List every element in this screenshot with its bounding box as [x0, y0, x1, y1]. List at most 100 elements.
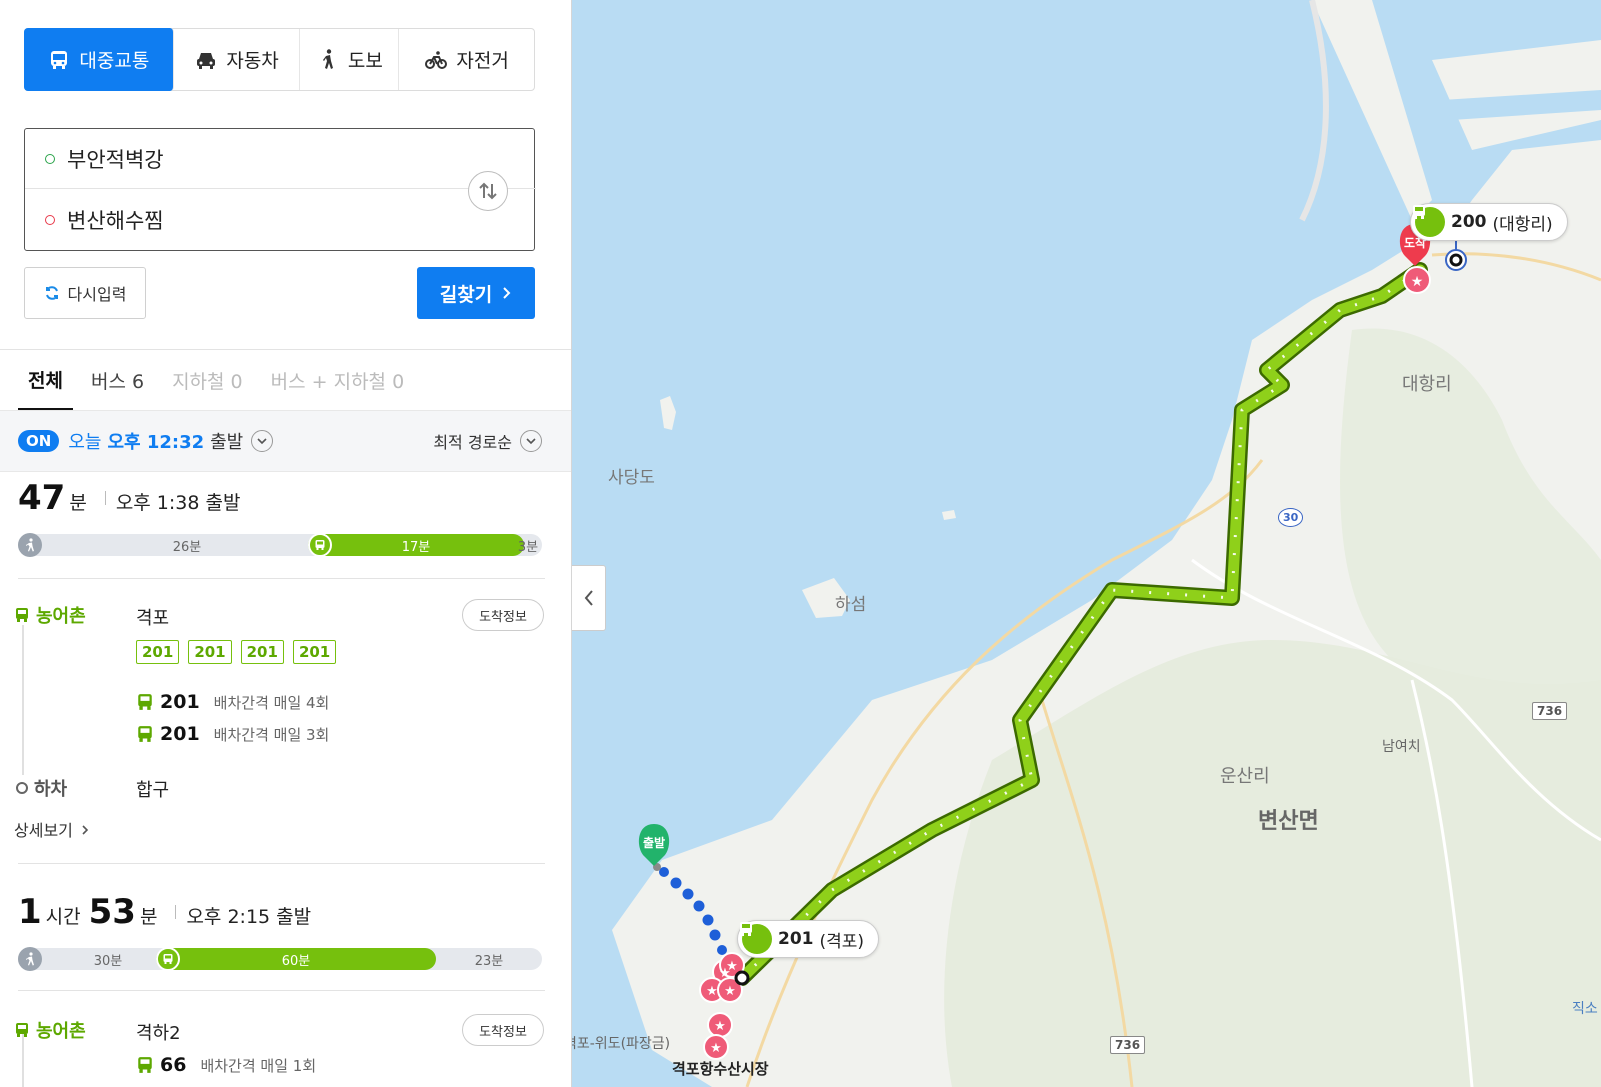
segment-end-walk-label: 23분 — [474, 953, 504, 969]
bus-icon — [16, 1023, 28, 1037]
map-label-byeonsanmyeon: 변산면 — [1258, 809, 1319, 834]
reset-button[interactable]: 다시입력 — [24, 267, 146, 319]
bus-line-item[interactable]: 201 배차간격 매일 4회 — [136, 691, 329, 713]
route-duration: 47 분 오후 1:38 출발 — [18, 478, 545, 518]
road-shield-736: 736 — [1110, 1036, 1146, 1054]
map-label-daehangri: 대항리 — [1402, 374, 1452, 395]
on-badge[interactable]: ON — [18, 430, 60, 452]
departure-time[interactable]: 오후 12:32 — [107, 428, 204, 454]
bus-tag-number: 201 — [778, 929, 814, 949]
bus-icon — [156, 947, 180, 971]
duration-minutes: 53 — [88, 892, 136, 932]
segment-bus-label: 60분 — [156, 948, 436, 970]
find-route-button[interactable]: 길찾기 — [417, 267, 535, 319]
swap-button[interactable] — [468, 171, 508, 211]
refresh-icon — [45, 286, 58, 300]
map-label-haseom: 하섬 — [835, 595, 867, 615]
alight-label: 하차 — [34, 779, 68, 800]
bus-stop-tag-201[interactable]: 201 (격포) — [737, 920, 880, 958]
departure-time-bar: ON 오늘 오후 12:32 출발 최적 경로순 — [0, 410, 571, 472]
duration-minutes: 47 — [18, 478, 66, 518]
segment-walk-label: 30분 — [93, 953, 123, 969]
bus-icon — [308, 533, 332, 557]
bus-icon — [740, 922, 772, 954]
road-shield-736: 736 — [1532, 702, 1568, 720]
tab-bike[interactable]: 자전거 — [399, 29, 534, 90]
bus-line-interval: 배차간격 매일 4회 — [213, 693, 330, 712]
route-card-1[interactable]: 47 분 오후 1:38 출발 26분 17분 3분 — [18, 478, 545, 557]
find-label: 길찾기 — [439, 283, 493, 306]
start-pin-label: 출발 — [643, 835, 665, 850]
sort-label: 최적 경로순 — [433, 433, 512, 452]
tab-bus-subway[interactable]: 버스 + 지하철 0 — [261, 350, 415, 410]
bus-line-item[interactable]: 66 배차간격 매일 1회 — [136, 1054, 316, 1076]
walk-icon — [322, 48, 333, 69]
segment-bar: 30분 60분 23분 — [18, 947, 542, 971]
route-input-box: 부안적벽강 변산해수찜 — [24, 128, 536, 251]
tab-subway[interactable]: 지하철 0 — [162, 350, 253, 410]
result-tabs: 전체 버스 6 지하철 0 버스 + 지하철 0 — [0, 350, 571, 410]
svg-text:★: ★ — [724, 984, 736, 999]
segment-end-walk-label: 3분 — [517, 539, 539, 555]
chevron-down-icon — [520, 430, 542, 452]
car-icon — [197, 52, 216, 69]
tab-bus[interactable]: 버스 6 — [81, 350, 154, 410]
time-dropdown-icon[interactable] — [251, 430, 274, 452]
alight-dot-icon — [16, 782, 28, 794]
duration-unit: 분 — [139, 906, 158, 928]
transport-mode-tabs: 대중교통 자동차 도보 자전거 — [24, 28, 535, 91]
bus-stop-tag-200[interactable]: 200 (대항리) — [1410, 203, 1568, 241]
depart-text: 오후 2:15 출발 — [186, 906, 312, 928]
tab-car[interactable]: 자동차 — [174, 29, 301, 90]
segment-bar: 26분 17분 3분 — [18, 533, 542, 557]
bus-line-interval: 배차간격 매일 3회 — [213, 725, 330, 744]
route-card-2[interactable]: 1 시간 53 분 오후 2:15 출발 30분 60분 23분 — [18, 892, 545, 971]
arrival-info-button[interactable]: 도착정보 — [462, 599, 544, 631]
chevron-right-icon — [82, 825, 89, 835]
alight-stop-name: 합구 — [136, 780, 170, 801]
sort-dropdown[interactable]: 최적 경로순 — [433, 429, 542, 453]
map-label-jikso: 직소 — [1572, 1001, 1598, 1017]
bus-icon — [138, 726, 152, 742]
board-type: 농어촌 — [14, 602, 86, 628]
map-view[interactable]: ★ ★ ★ ★ ★ ★ ★ 출발 도착 사당도 하섬 대항리 운산리 변산면 남… — [572, 0, 1601, 1087]
departure-day: 오늘 — [68, 432, 102, 453]
arrival-info-button[interactable]: 도착정보 — [462, 1014, 544, 1046]
duration-unit: 분 — [69, 492, 87, 514]
bus-line-interval: 배차간격 매일 1회 — [200, 1056, 317, 1075]
origin-dot-icon — [45, 153, 55, 164]
tab-walk[interactable]: 도보 — [300, 29, 400, 90]
bus-stop-marker[interactable] — [734, 970, 750, 986]
route-panel: 대중교통 자동차 도보 자전거 부안적벽강 변산해수찜 다시입력 길찾기 전체 … — [0, 0, 572, 1087]
bus-badge[interactable]: 201 — [240, 640, 284, 664]
bus-tag-stop: (격포) — [819, 931, 865, 952]
board-stop-name: 격포 — [136, 608, 170, 629]
duration-hours: 1 — [18, 892, 42, 932]
bus-number-badges: 201 201 201 201 — [136, 640, 337, 664]
collapse-panel-button[interactable] — [572, 565, 606, 631]
bus-badge[interactable]: 201 — [136, 640, 180, 664]
bus-icon — [1413, 205, 1445, 237]
tab-transit[interactable]: 대중교통 — [24, 28, 174, 91]
map-label-ferry: 격포-위도(파장금) — [572, 1036, 671, 1052]
bus-badge[interactable]: 201 — [188, 640, 232, 664]
detail-link[interactable]: 상세보기 — [14, 817, 89, 841]
segment-bus-label: 17분 — [308, 534, 524, 556]
destination-field[interactable]: 변산해수찜 — [25, 190, 485, 250]
map-label-sadangdo: 사당도 — [608, 468, 655, 488]
bus-icon — [138, 694, 152, 710]
hours-unit: 시간 — [45, 906, 81, 928]
map-label-unsanri: 운산리 — [1220, 766, 1270, 787]
map-canvas[interactable]: ★ ★ ★ ★ ★ ★ ★ 출발 도착 — [572, 0, 1601, 1087]
tab-all[interactable]: 전체 — [18, 350, 73, 410]
bus-icon — [51, 50, 68, 69]
destination-dot-icon — [45, 215, 55, 225]
bus-badge[interactable]: 201 — [292, 640, 337, 664]
chevron-left-icon — [584, 590, 593, 606]
tab-transit-label: 대중교통 — [79, 50, 150, 72]
svg-text:★: ★ — [726, 959, 738, 974]
bus-line-item[interactable]: 201 배차간격 매일 3회 — [136, 723, 329, 745]
origin-field[interactable]: 부안적벽강 — [25, 129, 536, 189]
alight-row: 하차 — [16, 775, 67, 801]
swap-arrows-icon — [479, 182, 497, 200]
